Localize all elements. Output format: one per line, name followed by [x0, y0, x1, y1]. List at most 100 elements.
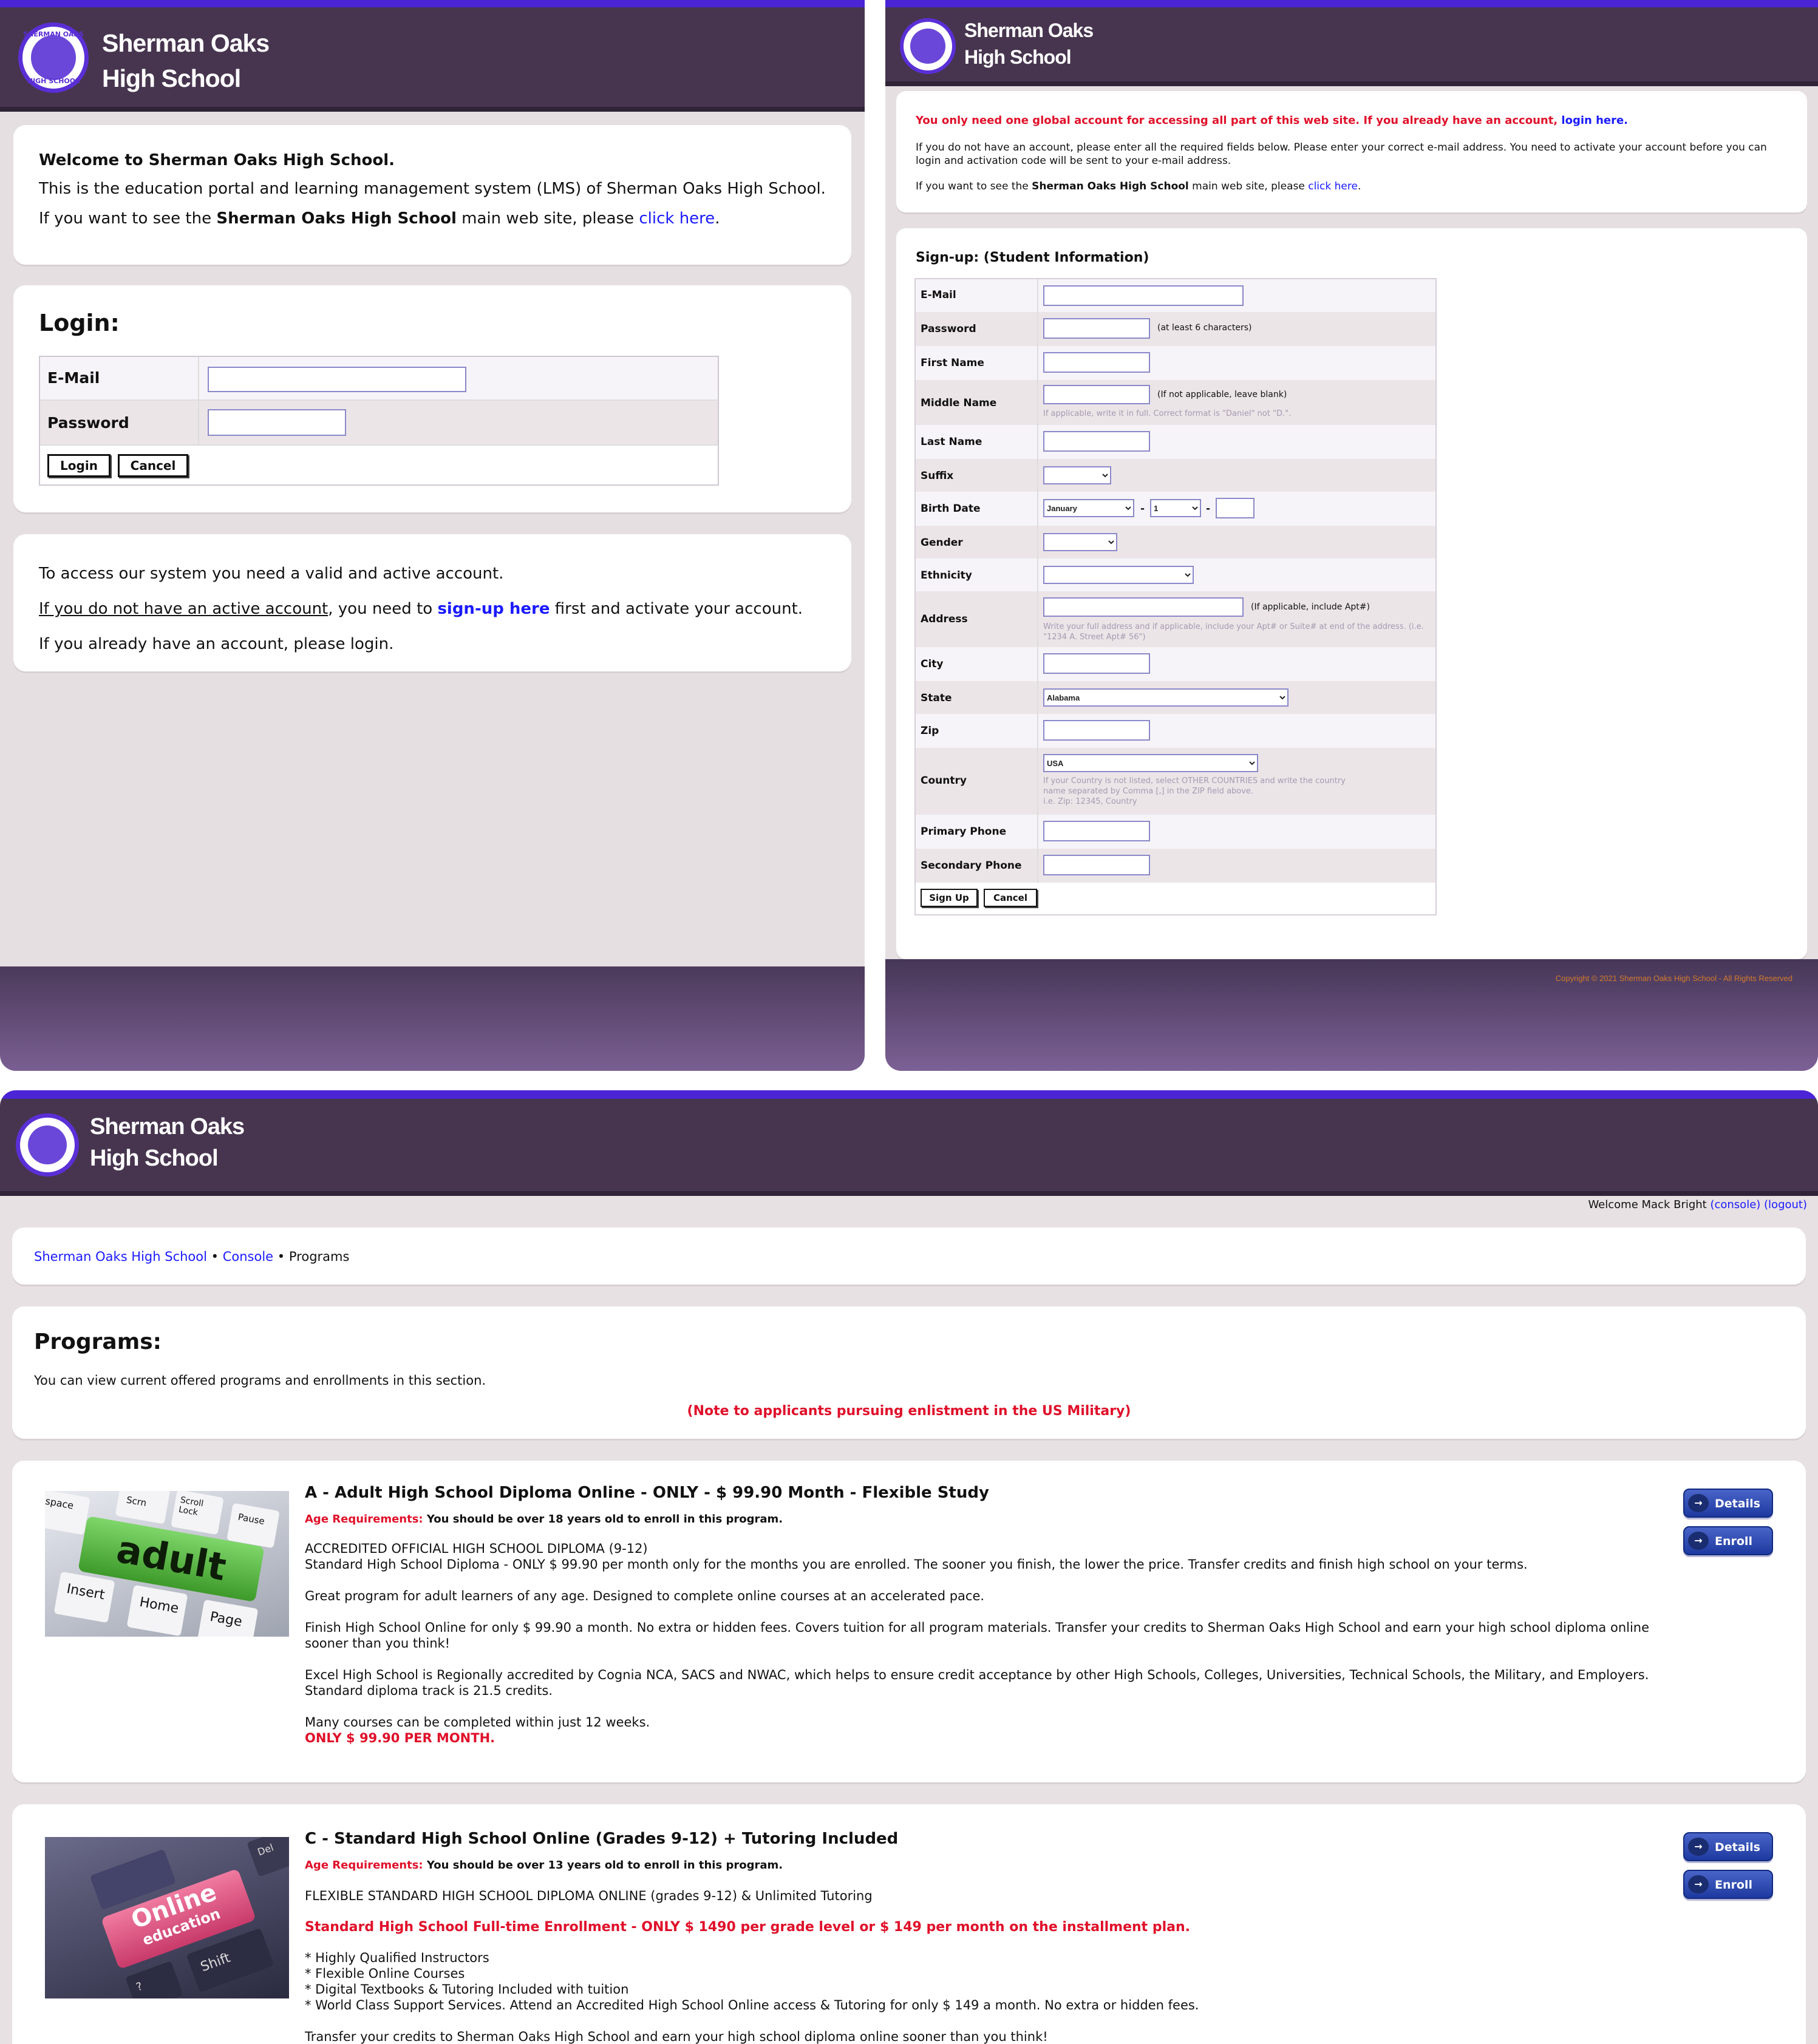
program-c-enroll-button[interactable]: → Enroll	[1683, 1870, 1773, 1899]
last-name-input[interactable]	[1043, 431, 1150, 452]
program-c-age: Age Requirements: You should be over 13 …	[305, 1858, 1677, 1873]
city-input[interactable]	[1043, 653, 1150, 674]
program-a-price: ONLY $ 99.90 PER MONTH.	[305, 1731, 495, 1745]
seal-text-bottom: HIGH SCHOOL	[27, 77, 80, 85]
main-site-line: If you want to see the Sherman Oaks High…	[916, 180, 1788, 193]
programs-intro-card: Programs: You can view current offered p…	[12, 1306, 1806, 1439]
program-c-content: C - Standard High School Online (Grades …	[305, 1831, 1677, 2044]
brand-name[interactable]: Sherman Oaks High School	[90, 1111, 245, 1174]
country-help: If your Country is not listed, select OT…	[1043, 776, 1346, 807]
last-name-row: Last Name	[916, 425, 1435, 459]
key-insert: Insert	[53, 1571, 115, 1623]
primary-phone-input[interactable]	[1043, 821, 1150, 841]
portal-intro: This is the education portal and learnin…	[39, 180, 826, 198]
login-footer	[0, 966, 865, 1071]
address-help: Write your full address and if applicabl…	[1043, 622, 1424, 642]
program-a-details-button[interactable]: → Details	[1683, 1489, 1773, 1518]
middle-name-input[interactable]	[1043, 385, 1150, 404]
state-select[interactable]: Alabama	[1043, 688, 1289, 707]
program-a-p4: Excel High School is Regionally accredit…	[305, 1668, 1649, 1698]
main-site-mid: main web site, please	[456, 209, 639, 228]
country-help-3: i.e. Zip: 12345, Country	[1043, 797, 1137, 806]
middle-name-hint: (If not applicable, leave blank)	[1157, 390, 1287, 399]
login-email-input[interactable]	[208, 367, 466, 392]
login-button[interactable]: Login	[47, 454, 111, 477]
program-c-title: C - Standard High School Online (Grades …	[305, 1830, 899, 1848]
site-header: SHERMAN OAKS HIGH SCHOOL Sherman Oaks Hi…	[0, 7, 865, 112]
main-site-bold: Sherman Oaks High School	[216, 209, 457, 228]
login-panel: SHERMAN OAKS HIGH SCHOOL Sherman Oaks Hi…	[0, 0, 865, 1071]
brand-name[interactable]: Sherman Oaks High School	[964, 17, 1094, 70]
suffix-select[interactable]	[1043, 466, 1111, 484]
signup-line: If you do not have an active account, yo…	[39, 591, 826, 626]
access-line: To access our system you need a valid an…	[39, 565, 504, 583]
arrow-right-icon: →	[1688, 1494, 1709, 1512]
program-c-transfer-line: Transfer your credits to Sherman Oaks Hi…	[305, 2029, 1048, 2044]
signup-password-row: Password (at least 6 characters)	[916, 312, 1435, 346]
signup-button[interactable]: Sign Up	[921, 889, 978, 907]
signup-cancel-button[interactable]: Cancel	[984, 889, 1037, 907]
login-here-link[interactable]: login here.	[1561, 114, 1628, 127]
logout-link[interactable]: (logout)	[1764, 1198, 1807, 1211]
console-link[interactable]: (console)	[1710, 1198, 1760, 1211]
city-row: City	[916, 647, 1435, 681]
enroll-label: Enroll	[1715, 1878, 1752, 1892]
school-seal-logo[interactable]	[16, 1113, 79, 1176]
key-page: Page	[197, 1599, 259, 1637]
first-name-input[interactable]	[1043, 352, 1150, 373]
main-site-link[interactable]: click here	[1308, 180, 1358, 192]
login-password-input[interactable]	[208, 409, 346, 436]
arrow-right-icon: →	[1688, 1532, 1709, 1550]
school-seal-logo[interactable]: SHERMAN OAKS HIGH SCHOOL	[18, 22, 89, 93]
birth-year-input[interactable]	[1216, 498, 1255, 518]
military-note-link[interactable]: (Note to applicants pursuing enlistment …	[12, 1404, 1806, 1419]
country-select[interactable]: USA	[1043, 754, 1258, 772]
list-item: * Flexible Online Courses	[305, 1966, 465, 1981]
program-card-a: space Scrn Scroll Lock Pause adult Inser…	[12, 1461, 1806, 1782]
program-c-details-button[interactable]: → Details	[1683, 1832, 1773, 1861]
birth-day-select[interactable]: 1	[1150, 499, 1201, 517]
breadcrumb-sep: •	[277, 1249, 285, 1264]
program-a-p3: Finish High School Online for only $ 99.…	[305, 1620, 1650, 1651]
account-info-card: To access our system you need a valid an…	[13, 534, 851, 671]
no-account-end: first and activate your account.	[550, 600, 803, 618]
brand-line-2: High School	[964, 46, 1072, 68]
main-site-link[interactable]: click here	[639, 209, 715, 228]
login-cancel-button[interactable]: Cancel	[118, 454, 188, 477]
signup-instructions: If you do not have an account, please en…	[916, 141, 1767, 167]
address-hint: (If applicable, include Apt#)	[1251, 602, 1370, 612]
gender-label: Gender	[921, 537, 963, 549]
school-seal-logo[interactable]	[900, 18, 956, 74]
programs-title: Programs:	[34, 1329, 162, 1354]
address-row: Address (If applicable, include Apt#) Wr…	[916, 591, 1435, 647]
period: .	[1357, 180, 1361, 192]
address-input[interactable]	[1043, 597, 1244, 617]
copyright-text: Copyright © 2021 Sherman Oaks High Schoo…	[1555, 974, 1792, 983]
program-a-line1: ACCREDITED OFFICIAL HIGH SCHOOL DIPLOMA …	[305, 1541, 648, 1556]
brand-line-1: Sherman Oaks	[102, 29, 270, 57]
age-label: Age Requirements:	[305, 1513, 423, 1526]
welcome-user-text: Welcome Mack Bright	[1588, 1198, 1711, 1211]
secondary-phone-label: Secondary Phone	[921, 860, 1022, 872]
zip-row: Zip	[916, 714, 1435, 748]
middle-name-label: Middle Name	[921, 397, 997, 409]
breadcrumb-home[interactable]: Sherman Oaks High School	[34, 1249, 207, 1264]
ethnicity-label: Ethnicity	[921, 569, 972, 582]
signup-link[interactable]: sign-up here	[437, 600, 550, 618]
gender-row: Gender	[916, 526, 1435, 559]
signup-email-input[interactable]	[1043, 285, 1244, 306]
secondary-phone-input[interactable]	[1043, 855, 1150, 875]
login-title: Login:	[39, 310, 120, 336]
brand-name[interactable]: Sherman Oaks High School	[102, 25, 270, 96]
city-label: City	[921, 658, 944, 670]
breadcrumb-console[interactable]: Console	[223, 1249, 273, 1264]
ethnicity-select[interactable]	[1043, 566, 1194, 584]
seal-emblem	[31, 35, 76, 80]
primary-phone-label: Primary Phone	[921, 826, 1007, 838]
birth-month-select[interactable]: January	[1043, 499, 1134, 517]
gender-select[interactable]	[1043, 533, 1117, 551]
list-item: * Highly Qualified Instructors	[305, 1951, 489, 1965]
program-a-enroll-button[interactable]: → Enroll	[1683, 1526, 1773, 1555]
signup-password-input[interactable]	[1043, 318, 1150, 339]
zip-input[interactable]	[1043, 720, 1150, 741]
